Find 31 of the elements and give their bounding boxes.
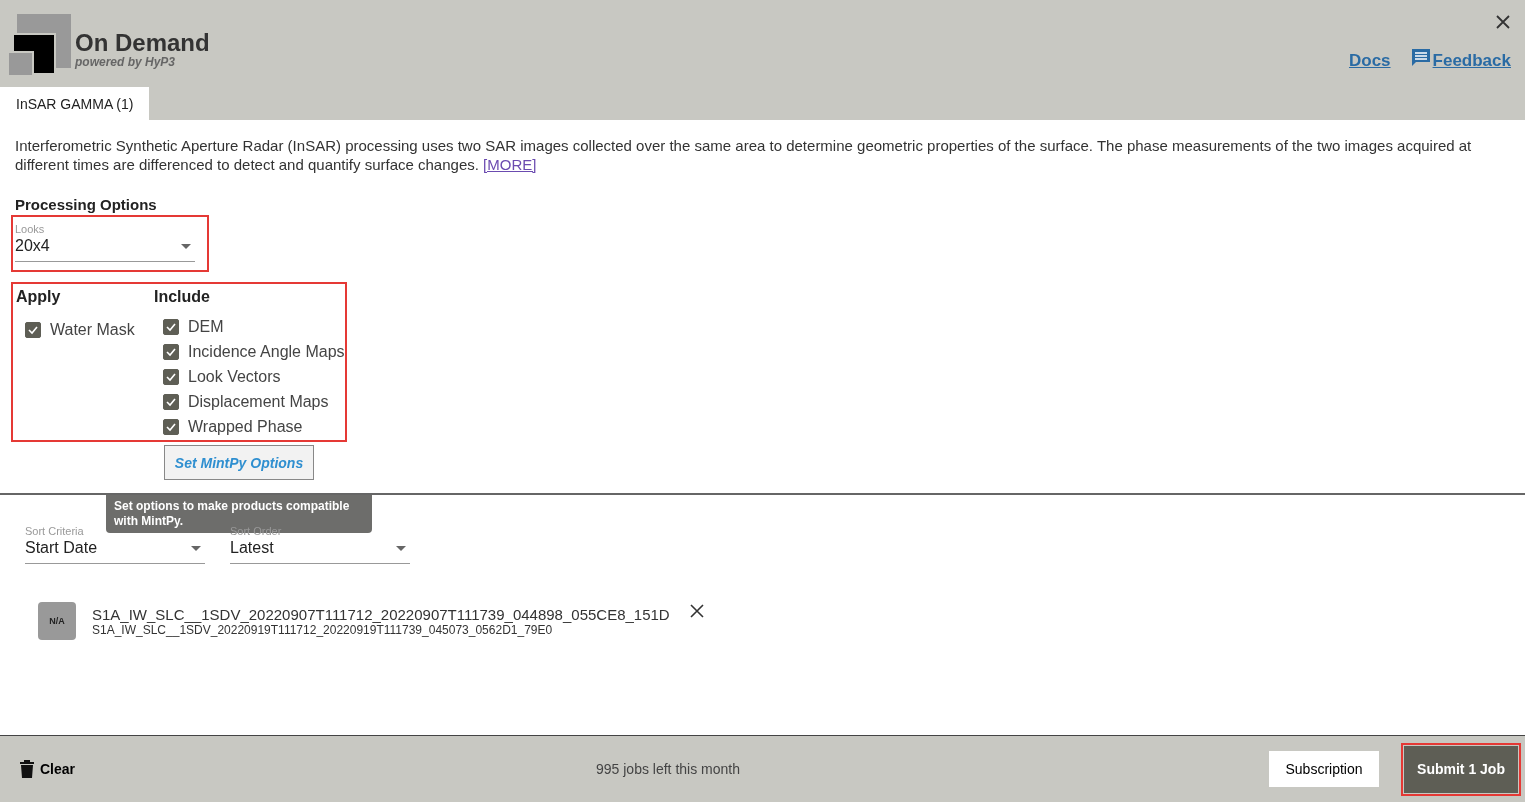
checkbox-option[interactable]: Look Vectors (163, 364, 345, 390)
tab[interactable]: InSAR GAMMA (1) (0, 87, 150, 120)
checkbox-option[interactable]: Wrapped Phase (163, 414, 345, 440)
description-text: Interferometric Synthetic Aperture Radar (InSAR) processing uses two SAR images collected over the same area to determine geometric properties of the surface. The phase measurements of the two images acquired at different times are differenced to detect and quantify surface changes. [MORE] (15, 136, 1473, 174)
subscription-button[interactable]: Subscription (1269, 751, 1379, 787)
more-link[interactable]: [MORE] (483, 156, 537, 173)
remove-button[interactable] (689, 604, 704, 618)
jobs-remaining-text: 995 jobs left this month (596, 761, 740, 777)
submit-button[interactable]: Submit 1 Job (1404, 745, 1518, 793)
dropdown-caret-icon (191, 546, 201, 551)
scene-name: S1A_IW_SLC__1SDV_20220919T111712_20220919T111739_045073_0562D1_79E0 (92, 622, 553, 637)
checkbox-option[interactable]: DEM (163, 314, 345, 340)
app-title: On Demand (75, 30, 210, 56)
close-icon (689, 604, 704, 618)
scene-name: S1A_IW_SLC__1SDV_20220907T111712_20220907T111739_044898_055CE8_151D (92, 605, 670, 623)
dropdown-caret-icon (396, 546, 406, 551)
looks-dropdown[interactable]: Looks 20x4 (15, 223, 195, 262)
feedback-icon[interactable] (1410, 48, 1431, 68)
dropdown-caret-icon (181, 244, 191, 249)
trash-icon (20, 760, 34, 778)
section-title: Processing Options (15, 196, 158, 213)
checkbox-option[interactable]: Displacement Maps (163, 389, 345, 415)
checkbox-option[interactable]: Water Mask (25, 316, 136, 343)
checkbox-option[interactable]: Incidence Angle Maps (163, 339, 345, 365)
close-icon (1495, 14, 1511, 30)
preview-thumbnail: N/A (38, 602, 76, 640)
close-button[interactable] (1495, 14, 1511, 30)
group-title: Apply (16, 288, 62, 307)
clear-button[interactable]: Clear (20, 760, 76, 778)
app-subtitle: powered by HyP3 (75, 56, 177, 68)
group-title: Include (154, 288, 211, 307)
